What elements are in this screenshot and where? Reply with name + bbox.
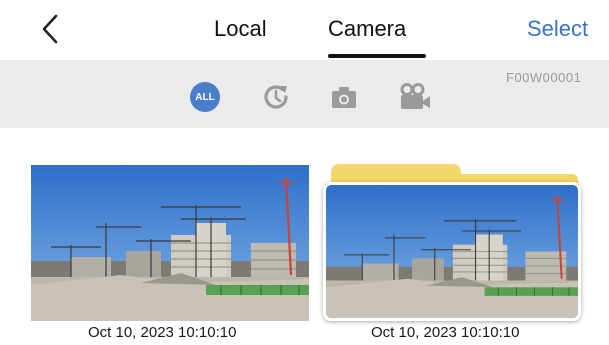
recent-clock-icon bbox=[264, 85, 288, 109]
media-thumbnail[interactable] bbox=[31, 165, 309, 321]
all-icon: ALL bbox=[190, 82, 220, 112]
select-button[interactable]: Select bbox=[527, 16, 588, 42]
filter-recent-button[interactable] bbox=[259, 82, 293, 112]
back-button[interactable] bbox=[36, 12, 66, 46]
media-timestamp: Oct 10, 2023 10:10:10 bbox=[371, 324, 520, 341]
camera-icon bbox=[332, 87, 356, 108]
video-camera-icon bbox=[400, 83, 430, 109]
media-filter-bar: F00W00001 ALL bbox=[0, 60, 609, 128]
media-timestamp: Oct 10, 2023 10:10:10 bbox=[88, 324, 237, 341]
active-tab-indicator bbox=[328, 54, 426, 58]
media-folder[interactable] bbox=[321, 164, 584, 324]
filter-video-button[interactable] bbox=[398, 82, 432, 112]
tab-camera[interactable]: Camera bbox=[328, 16, 406, 42]
construction-site-photo bbox=[326, 185, 578, 318]
folder-cover bbox=[323, 182, 581, 321]
top-nav-bar: Local Camera Select bbox=[0, 0, 609, 60]
device-id-label: F00W00001 bbox=[506, 70, 582, 85]
filter-photo-button[interactable] bbox=[327, 82, 361, 112]
construction-site-photo bbox=[31, 165, 309, 321]
chevron-left-icon bbox=[42, 14, 58, 44]
tab-local[interactable]: Local bbox=[214, 16, 267, 42]
filter-all-button[interactable]: ALL bbox=[188, 82, 222, 112]
